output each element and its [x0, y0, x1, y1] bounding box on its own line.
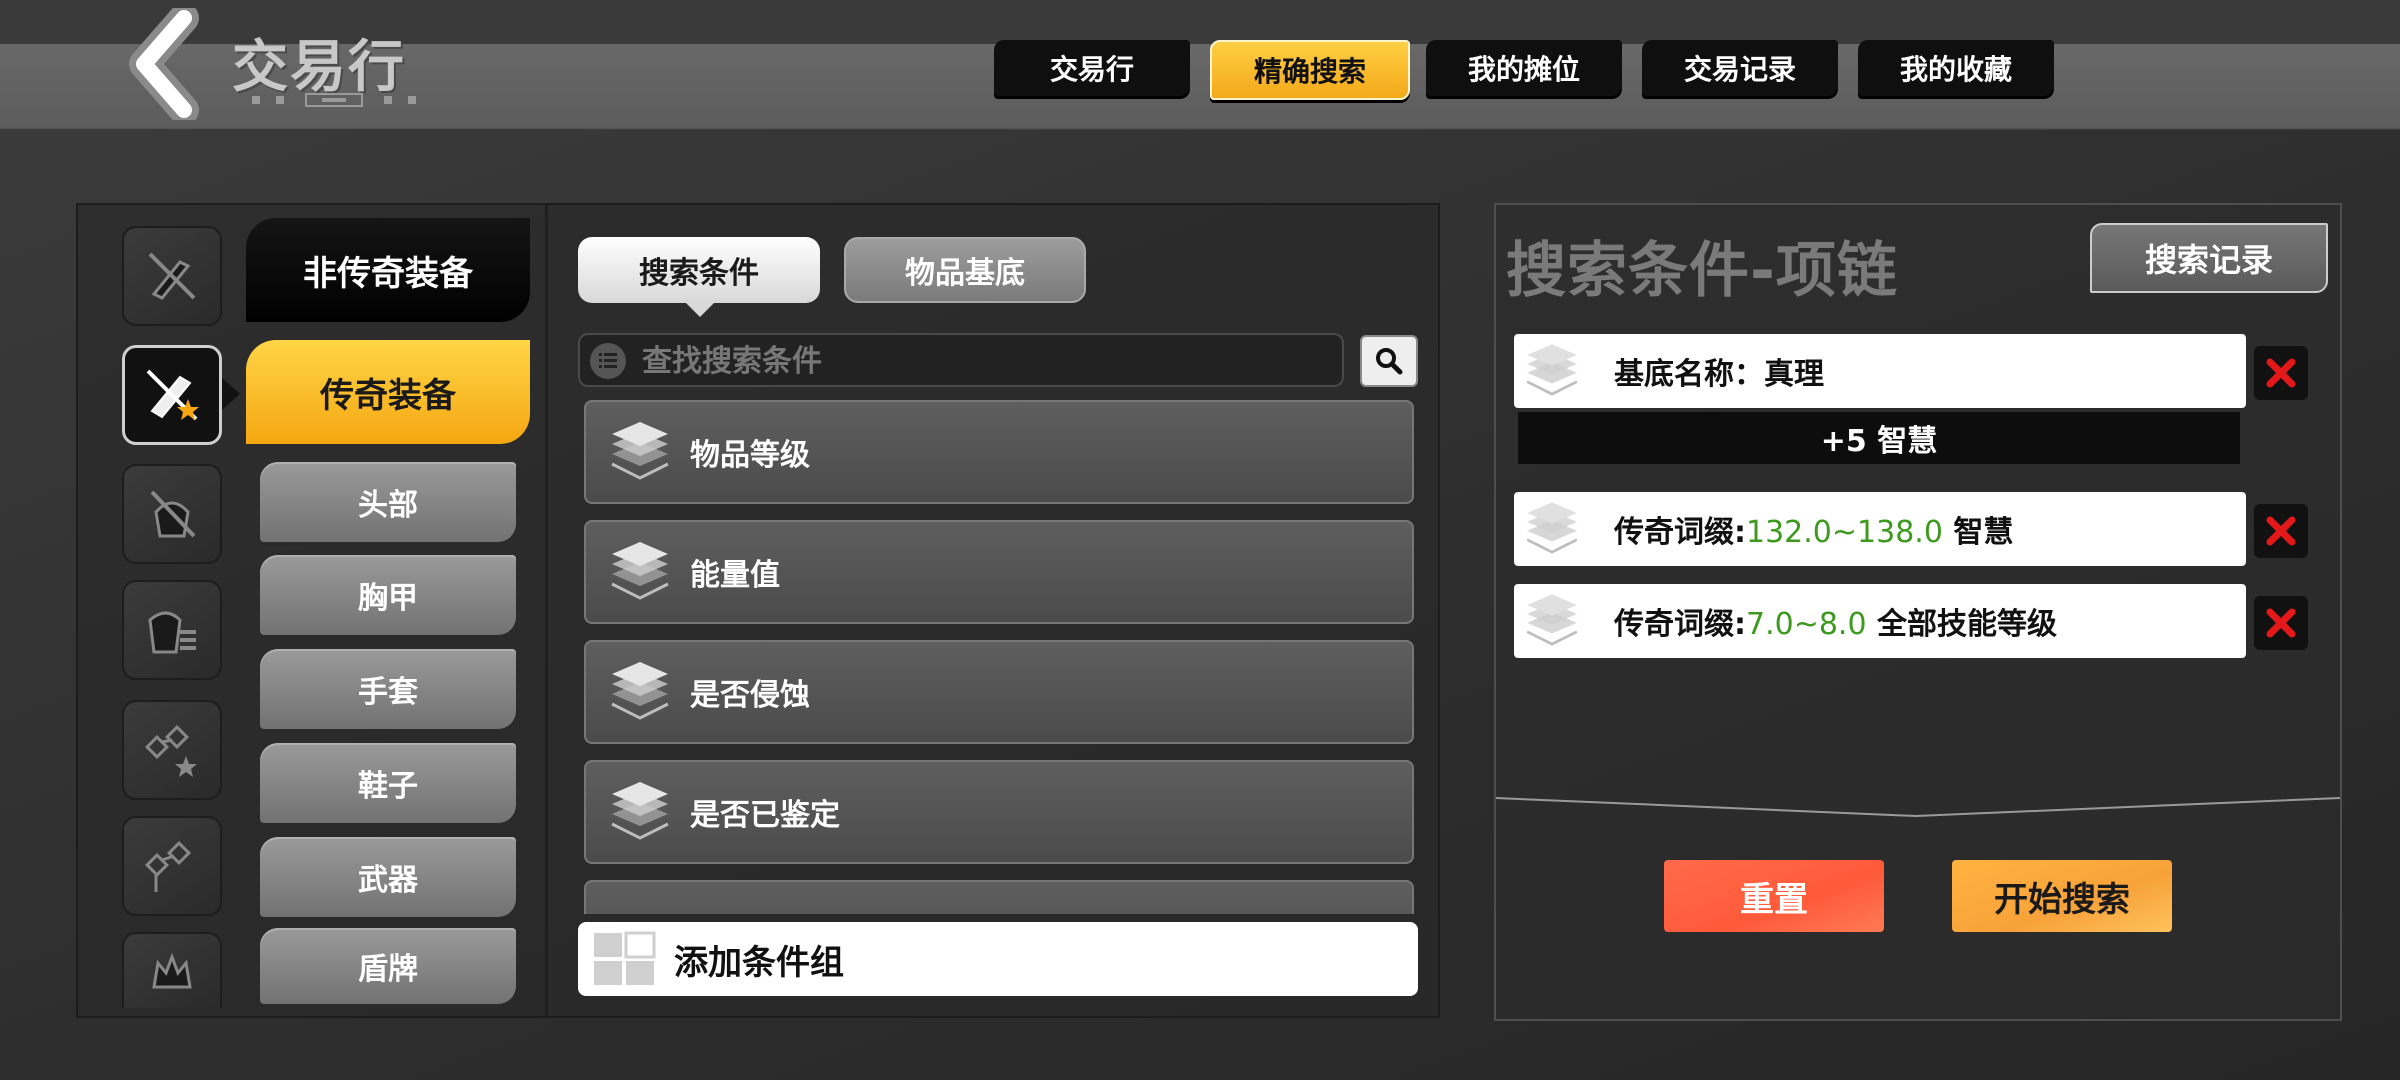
subcategory-shield[interactable]: 盾牌 [260, 928, 516, 1004]
sword-star-icon [146, 369, 199, 421]
criterion-prefix: 传奇词缀: [1614, 515, 1746, 550]
subcategory-head[interactable]: 头部 [260, 462, 516, 542]
armor-list-icon [148, 611, 196, 654]
add-condition-group-button[interactable]: 添加条件组 [578, 922, 1418, 996]
tab-item-base[interactable]: 物品基底 [844, 237, 1086, 303]
sidebar-icon-armor[interactable] [122, 464, 222, 564]
criterion-range: 132.0~138.0 [1746, 515, 1943, 550]
map-star-icon [144, 724, 197, 777]
criterion-range: 7.0~8.0 [1746, 607, 1867, 642]
criterion-card: 基底名称：真理 [1514, 334, 2246, 408]
layers-icon [611, 422, 669, 480]
list-item[interactable]: 是否侵蚀 [584, 640, 1414, 744]
criterion-text: 传奇词缀:7.0~8.0 全部技能等级 [1614, 599, 2057, 643]
tab-my-stall[interactable]: 我的摊位 [1426, 40, 1622, 96]
layers-icon [1526, 344, 1578, 396]
panel-divider [545, 205, 548, 1016]
sidebar-icon-map-flag[interactable] [122, 816, 222, 916]
condition-label: 物品等级 [690, 438, 810, 473]
criterion-prefix: 传奇词缀: [1614, 607, 1746, 642]
criteria-title: 搜索条件-项链 [1506, 236, 1898, 306]
search-input[interactable] [640, 338, 1334, 384]
title-decoration [252, 93, 416, 107]
delete-criterion-button[interactable] [2254, 596, 2308, 650]
tab-pointer [684, 301, 716, 317]
delete-criterion-button[interactable] [2254, 346, 2308, 400]
delete-criterion-button[interactable] [2254, 504, 2308, 558]
search-button[interactable] [1360, 335, 1418, 387]
subcategory-weapon[interactable]: 武器 [260, 837, 516, 917]
tab-precise-search[interactable]: 精确搜索 [1210, 40, 1410, 100]
subcategory-boots[interactable]: 鞋子 [260, 743, 516, 823]
close-icon [2266, 608, 2296, 638]
list-item[interactable]: 物品等级 [584, 400, 1414, 504]
sidebar-icon-armor-list[interactable] [122, 580, 222, 680]
category-non-legendary[interactable]: 非传奇装备 [246, 218, 530, 322]
sidebar-icon-equipment[interactable] [122, 345, 222, 445]
add-condition-group-label: 添加条件组 [674, 942, 844, 983]
search-icon [1376, 348, 1403, 375]
condition-list: 物品等级 能量值 是否侵蚀 是否已鉴定 [580, 400, 1416, 914]
sidebar-icon-crown[interactable] [122, 932, 222, 1008]
criterion-bonus: +5 智慧 [1518, 412, 2240, 464]
tab-my-favorites[interactable]: 我的收藏 [1858, 40, 2054, 96]
chevron-left-icon [129, 3, 199, 125]
search-history-button[interactable]: 搜索记录 [2090, 223, 2328, 293]
layers-icon [611, 542, 669, 600]
close-icon [2266, 516, 2296, 546]
tab-trade-records[interactable]: 交易记录 [1642, 40, 1838, 96]
close-icon [2266, 358, 2296, 388]
criterion-text: 基底名称：真理 [1614, 357, 1824, 392]
subcategory-chest[interactable]: 胸甲 [260, 555, 516, 635]
criterion-card: 传奇词缀:7.0~8.0 全部技能等级 [1514, 584, 2246, 658]
active-indicator [222, 378, 240, 410]
layers-icon [1526, 594, 1578, 646]
condition-label: 是否已鉴定 [690, 798, 840, 833]
sidebar-icon-weapon[interactable] [122, 226, 222, 326]
subcategory-gloves[interactable]: 手套 [260, 649, 516, 729]
divider-line [1496, 797, 2340, 818]
reset-button[interactable]: 重置 [1664, 860, 1884, 932]
layers-icon [611, 782, 669, 840]
layers-icon [611, 662, 669, 720]
criterion-suffix: 智慧 [1942, 515, 2014, 550]
back-button[interactable] [122, 3, 212, 125]
start-search-button[interactable]: 开始搜索 [1952, 860, 2172, 932]
layers-icon [1526, 502, 1578, 554]
map-flag-icon [144, 840, 192, 892]
tab-trading-house[interactable]: 交易行 [994, 40, 1190, 96]
criterion-suffix: 全部技能等级 [1866, 607, 2058, 642]
sword-slash-icon [148, 252, 196, 300]
list-icon [590, 343, 626, 379]
grid-icon [594, 931, 656, 985]
category-legendary[interactable]: 传奇装备 [246, 340, 530, 444]
condition-label: 是否侵蚀 [690, 678, 810, 713]
crown-icon [152, 952, 192, 989]
tab-search-conditions[interactable]: 搜索条件 [578, 237, 820, 303]
criterion-card: 传奇词缀:132.0~138.0 智慧 [1514, 492, 2246, 566]
list-item-partial[interactable] [584, 880, 1414, 914]
page-title: 交易行 [232, 35, 406, 100]
sidebar-icon-map-star[interactable] [122, 700, 222, 800]
list-item[interactable]: 能量值 [584, 520, 1414, 624]
armor-slash-icon [150, 490, 196, 538]
list-item[interactable]: 是否已鉴定 [584, 760, 1414, 864]
criterion-text: 传奇词缀:132.0~138.0 智慧 [1614, 507, 2013, 551]
condition-label: 能量值 [690, 558, 780, 593]
